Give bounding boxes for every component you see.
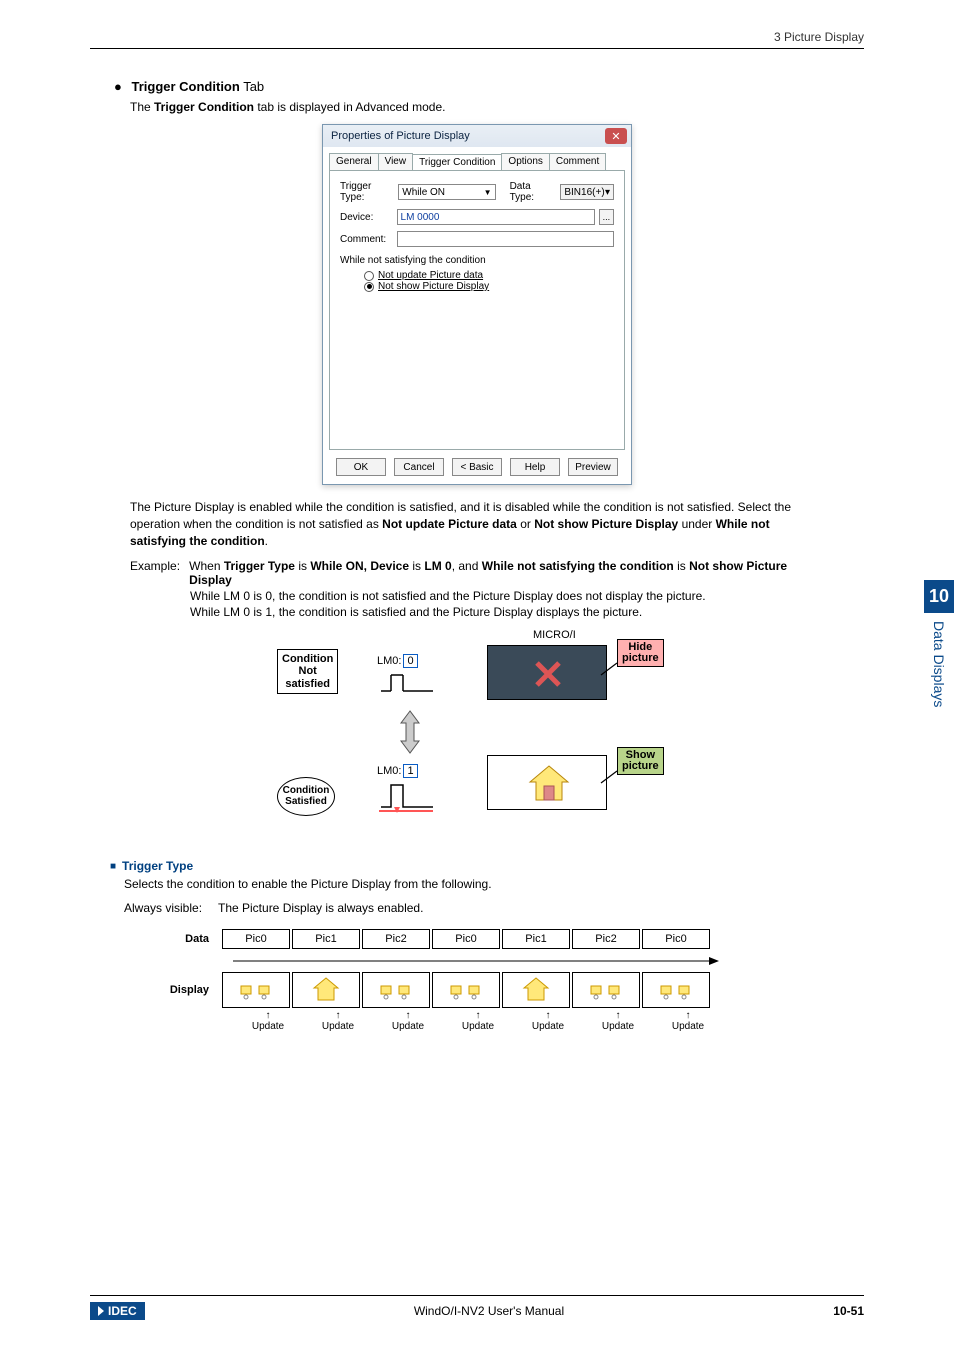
chevron-down-icon: ▼ [484,188,492,197]
tab-options[interactable]: Options [501,153,549,170]
comment-input[interactable] [397,231,614,247]
data-cell: Pic2 [362,929,430,949]
idec-logo: IDEC [90,1302,145,1320]
state-diagram: MICRO/I ConditionNotsatisfied LM0:0 Hide… [277,629,677,839]
close-icon[interactable]: ✕ [605,128,627,144]
data-cell: Pic1 [292,929,360,949]
device-browse-button[interactable]: ... [599,209,614,225]
side-chapter-number: 10 [924,580,954,613]
display-cell [642,972,710,1008]
lm0-0-label: LM0:0 [377,654,418,668]
example-line1: When Trigger Type is While ON, Device is… [189,559,824,587]
footer-center: WindO/I-NV2 User's Manual [414,1304,564,1318]
always-visible-row: Always visible: The Picture Display is a… [124,901,864,915]
example-block: Example: When Trigger Type is While ON, … [130,559,824,619]
header-rule [90,48,864,49]
properties-dialog: Properties of Picture Display ✕ General … [322,124,632,485]
dialog-button-row: OK Cancel < Basic Help Preview [323,450,631,484]
footer: IDEC WindO/I-NV2 User's Manual 10-51 [0,1295,954,1320]
data-type-label: Data Type: [510,181,557,203]
example-label: Example: [130,559,189,587]
updown-arrow-icon [397,709,423,755]
radio-not-show[interactable]: Not show Picture Display [364,281,614,292]
example-line3: While LM 0 is 1, the condition is satisf… [190,605,824,619]
data-row-label: Data [161,933,221,945]
dialog-titlebar: Properties of Picture Display ✕ [323,125,631,147]
data-type-combo[interactable]: BIN16(+)▾ [560,184,614,200]
house-icon [528,764,570,804]
always-visible-label: Always visible: [124,901,218,915]
data-cell: Pic1 [502,929,570,949]
x-icon [535,661,565,691]
hide-picture-callout: Hidepicture [617,639,664,667]
data-cell: Pic0 [642,929,710,949]
comment-label: Comment: [340,234,397,245]
preview-button[interactable]: Preview [568,458,618,476]
display-cell [222,972,290,1008]
display-cell [572,972,640,1008]
always-visible-timeline: Data Pic0 Pic1 Pic2 Pic0 Pic1 Pic2 Pic0 … [161,929,793,1032]
tab-panel: Trigger Type: While ON▼ Data Type: BIN16… [329,170,625,450]
timeline-arrow-icon [233,949,793,969]
screen-shown [487,755,607,810]
radio-not-update[interactable]: Not update Picture data [364,270,614,281]
tab-trigger-condition[interactable]: Trigger Condition [412,154,502,171]
show-picture-callout: Showpicture [617,747,664,775]
update-row: ↑Update ↑Update ↑Update ↑Update ↑Update … [233,1010,793,1032]
display-cell [362,972,430,1008]
tab-row: General View Trigger Condition Options C… [329,153,625,170]
device-input[interactable]: LM 0000 [397,209,595,225]
data-cell: Pic0 [222,929,290,949]
display-row-label: Display [161,984,221,996]
tab-general[interactable]: General [329,153,379,170]
tab-comment[interactable]: Comment [549,153,606,170]
display-cell [432,972,500,1008]
example-line2: While LM 0 is 0, the condition is not sa… [190,589,824,603]
trigger-type-body: Selects the condition to enable the Pict… [124,877,864,891]
section-intro: The Trigger Condition tab is displayed i… [130,100,864,114]
condition-not-satisfied-box: ConditionNotsatisfied [277,649,338,693]
data-cell: Pic2 [572,929,640,949]
trigger-type-heading: Trigger Type [110,859,864,873]
body-paragraph-1: The Picture Display is enabled while the… [130,499,824,549]
trigger-type-combo[interactable]: While ON▼ [398,184,495,200]
display-cell [292,972,360,1008]
clock-low-icon [377,669,437,699]
lm0-1-label: LM0:1 [377,764,418,778]
ok-button[interactable]: OK [336,458,386,476]
trigger-type-label: Trigger Type: [340,181,398,203]
microi-label: MICRO/I [533,629,576,641]
chevron-down-icon: ▾ [605,187,610,198]
arrow-icon [599,661,619,681]
display-cell [502,972,570,1008]
data-cell: Pic0 [432,929,500,949]
cancel-button[interactable]: Cancel [394,458,444,476]
side-tab: 10 Data Displays [924,580,954,707]
side-chapter-title: Data Displays [931,621,947,707]
help-button[interactable]: Help [510,458,560,476]
section-heading: Trigger Condition Tab [114,79,864,94]
header-breadcrumb: 3 Picture Display [90,30,864,44]
page-number: 10-51 [833,1304,864,1318]
condition-fieldset-label: While not satisfying the condition [340,255,614,266]
always-visible-text: The Picture Display is always enabled. [218,901,423,915]
device-label: Device: [340,212,397,223]
basic-button[interactable]: < Basic [452,458,502,476]
tab-view[interactable]: View [378,153,414,170]
dialog-title: Properties of Picture Display [331,130,470,142]
condition-satisfied-box: ConditionSatisfied [277,777,335,816]
clock-high-icon [377,779,437,814]
arrow-icon [599,769,619,789]
